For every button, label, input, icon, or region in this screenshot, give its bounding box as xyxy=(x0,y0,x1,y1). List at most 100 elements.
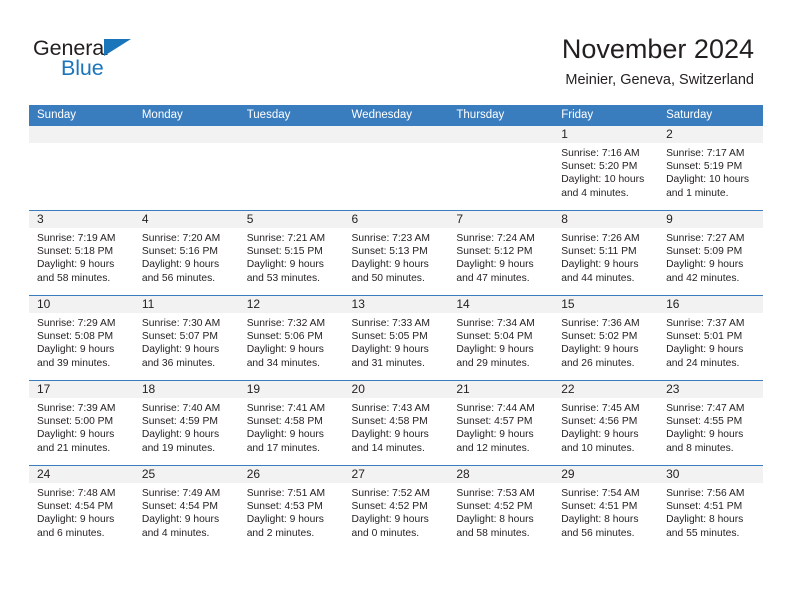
day-details: Sunrise: 7:37 AM Sunset: 5:01 PM Daylight:… xyxy=(658,313,763,370)
daylight-text-line1: Daylight: 9 hours xyxy=(246,344,324,356)
calendar-day-cell[interactable]: 2 Sunrise: 7:17 AM Sunset: 5:19 PM Daylight… xyxy=(658,126,763,211)
daylight-text-line1: Daylight: 9 hours xyxy=(37,514,115,526)
calendar-day-cell[interactable]: 26 Sunrise: 7:51 AM Sunset: 4:53 PM Dayligh… xyxy=(238,465,344,550)
day-details: Sunrise: 7:17 AM Sunset: 5:19 PM Daylight:… xyxy=(658,143,763,200)
day-number: 15 xyxy=(553,296,659,313)
day-details: Sunrise: 7:52 AM Sunset: 4:52 PM Daylight:… xyxy=(344,483,449,540)
sunrise-text: Sunrise: 7:20 AM xyxy=(141,233,221,244)
calendar-day-cell-empty xyxy=(133,126,239,211)
calendar-day-cell[interactable]: 16 Sunrise: 7:37 AM Sunset: 5:01 PM Dayligh… xyxy=(658,295,763,381)
day-number: 5 xyxy=(238,211,344,228)
daylight-text-line2: and 58 minutes. xyxy=(37,272,111,284)
calendar-week-row: 17 Sunrise: 7:39 AM Sunset: 5:00 PM Dayligh… xyxy=(29,380,763,466)
sunrise-text: Sunrise: 7:16 AM xyxy=(561,148,640,159)
calendar-day-cell[interactable]: 19 Sunrise: 7:41 AM Sunset: 4:58 PM Dayligh… xyxy=(238,380,344,466)
sunrise-text: Sunrise: 7:54 AM xyxy=(561,488,640,499)
day-details: Sunrise: 7:47 AM Sunset: 4:55 PM Daylight:… xyxy=(658,398,763,455)
calendar-day-cell[interactable]: 11 Sunrise: 7:30 AM Sunset: 5:07 PM Dayligh… xyxy=(133,295,239,381)
calendar-day-cell[interactable]: 17 Sunrise: 7:39 AM Sunset: 5:00 PM Dayligh… xyxy=(29,380,134,466)
day-number: 30 xyxy=(658,466,763,483)
calendar-day-cell[interactable]: 20 Sunrise: 7:43 AM Sunset: 4:58 PM Dayligh… xyxy=(343,380,449,466)
calendar-day-cell[interactable]: 1 Sunrise: 7:16 AM Sunset: 5:20 PM Daylight… xyxy=(553,126,659,211)
calendar-day-cell[interactable]: 27 Sunrise: 7:52 AM Sunset: 4:52 PM Dayligh… xyxy=(343,465,449,550)
calendar-day-cell[interactable]: 12 Sunrise: 7:32 AM Sunset: 5:06 PM Dayligh… xyxy=(238,295,344,381)
calendar-day-cell[interactable]: 25 Sunrise: 7:49 AM Sunset: 4:54 PM Dayligh… xyxy=(133,465,239,550)
daylight-text-line1: Daylight: 9 hours xyxy=(246,429,324,441)
sunrise-text: Sunrise: 7:45 AM xyxy=(561,403,640,414)
calendar-day-cell[interactable]: 6 Sunrise: 7:23 AM Sunset: 5:13 PM Daylight… xyxy=(343,210,449,296)
daylight-text-line1: Daylight: 8 hours xyxy=(666,514,744,526)
weekday-header-tuesday: Tuesday xyxy=(238,105,344,126)
sunrise-text: Sunrise: 7:43 AM xyxy=(351,403,430,414)
calendar-day-cell[interactable]: 24 Sunrise: 7:48 AM Sunset: 4:54 PM Dayligh… xyxy=(29,465,134,550)
daylight-text-line2: and 56 minutes. xyxy=(561,527,635,539)
daylight-text-line1: Daylight: 9 hours xyxy=(141,344,220,356)
weekday-header-wednesday: Wednesday xyxy=(343,105,449,126)
calendar-day-cell[interactable]: 4 Sunrise: 7:20 AM Sunset: 5:16 PM Daylight… xyxy=(133,210,239,296)
daylight-text-line2: and 26 minutes. xyxy=(561,357,635,369)
calendar-day-cell[interactable]: 8 Sunrise: 7:26 AM Sunset: 5:11 PM Daylight… xyxy=(553,210,659,296)
daylight-text-line2: and 53 minutes. xyxy=(246,272,320,284)
day-number: 12 xyxy=(238,296,344,313)
day-number: 9 xyxy=(658,211,763,228)
calendar-day-cell[interactable]: 28 Sunrise: 7:53 AM Sunset: 4:52 PM Dayligh… xyxy=(448,465,554,550)
calendar-day-cell-empty xyxy=(448,126,554,211)
daylight-text-line2: and 6 minutes. xyxy=(37,527,105,539)
calendar-day-cell[interactable]: 22 Sunrise: 7:45 AM Sunset: 4:56 PM Dayligh… xyxy=(553,380,659,466)
calendar-day-cell[interactable]: 14 Sunrise: 7:34 AM Sunset: 5:04 PM Dayligh… xyxy=(448,295,554,381)
daylight-text-line2: and 31 minutes. xyxy=(351,357,425,369)
daylight-text-line2: and 29 minutes. xyxy=(456,357,530,369)
weekday-header-thursday: Thursday xyxy=(448,105,554,126)
calendar-day-cell[interactable]: 15 Sunrise: 7:36 AM Sunset: 5:02 PM Dayligh… xyxy=(553,295,659,381)
calendar-day-cell[interactable]: 10 Sunrise: 7:29 AM Sunset: 5:08 PM Dayligh… xyxy=(29,295,134,381)
day-details: Sunrise: 7:53 AM Sunset: 4:52 PM Daylight:… xyxy=(448,483,553,540)
sunset-text: Sunset: 4:54 PM xyxy=(141,501,218,513)
sunrise-text: Sunrise: 7:53 AM xyxy=(456,488,535,499)
calendar-day-cell[interactable]: 3 Sunrise: 7:19 AM Sunset: 5:18 PM Daylight… xyxy=(29,210,134,296)
sunrise-text: Sunrise: 7:23 AM xyxy=(351,233,430,244)
calendar-week-row: 10 Sunrise: 7:29 AM Sunset: 5:08 PM Dayligh… xyxy=(29,295,763,381)
calendar-day-cell[interactable]: 29 Sunrise: 7:54 AM Sunset: 4:51 PM Dayligh… xyxy=(553,465,659,550)
calendar-day-cell[interactable]: 5 Sunrise: 7:21 AM Sunset: 5:15 PM Daylight… xyxy=(238,210,344,296)
day-number: 16 xyxy=(658,296,763,313)
sunrise-text: Sunrise: 7:41 AM xyxy=(246,403,326,414)
page-title: November 2024 xyxy=(561,34,754,64)
day-number: 25 xyxy=(133,466,239,483)
sunrise-text: Sunrise: 7:44 AM xyxy=(456,403,535,414)
day-number xyxy=(133,126,239,143)
daylight-text-line1: Daylight: 9 hours xyxy=(351,429,429,441)
page-header: General Blue November 2024 Meinier, Gene… xyxy=(0,0,792,104)
daylight-text-line1: Daylight: 9 hours xyxy=(37,429,115,441)
daylight-text-line1: Daylight: 9 hours xyxy=(456,344,534,356)
sunset-text: Sunset: 5:18 PM xyxy=(37,246,114,258)
calendar-day-cell[interactable]: 9 Sunrise: 7:27 AM Sunset: 5:09 PM Daylight… xyxy=(658,210,763,296)
daylight-text-line2: and 4 minutes. xyxy=(141,527,210,539)
day-details: Sunrise: 7:34 AM Sunset: 5:04 PM Daylight:… xyxy=(448,313,553,370)
daylight-text-line2: and 12 minutes. xyxy=(456,442,530,454)
calendar-day-cell[interactable]: 30 Sunrise: 7:56 AM Sunset: 4:51 PM Dayligh… xyxy=(658,465,763,550)
daylight-text-line2: and 42 minutes. xyxy=(666,272,740,284)
calendar-day-cell[interactable]: 18 Sunrise: 7:40 AM Sunset: 4:59 PM Dayligh… xyxy=(133,380,239,466)
sunrise-text: Sunrise: 7:52 AM xyxy=(351,488,430,499)
calendar-day-cell[interactable]: 13 Sunrise: 7:33 AM Sunset: 5:05 PM Dayligh… xyxy=(343,295,449,381)
calendar-body: 1 Sunrise: 7:16 AM Sunset: 5:20 PM Daylight… xyxy=(29,126,763,550)
day-details: Sunrise: 7:48 AM Sunset: 4:54 PM Daylight:… xyxy=(29,483,134,540)
weekday-header-monday: Monday xyxy=(133,105,239,126)
day-number: 3 xyxy=(29,211,134,228)
day-number xyxy=(238,126,344,143)
daylight-text-line1: Daylight: 9 hours xyxy=(351,344,429,356)
day-details: Sunrise: 7:27 AM Sunset: 5:09 PM Daylight:… xyxy=(658,228,763,285)
calendar-day-cell[interactable]: 21 Sunrise: 7:44 AM Sunset: 4:57 PM Dayligh… xyxy=(448,380,554,466)
day-number: 13 xyxy=(343,296,449,313)
calendar-table: Sunday Monday Tuesday Wednesday Thursday… xyxy=(29,105,763,550)
calendar-day-cell[interactable]: 23 Sunrise: 7:47 AM Sunset: 4:55 PM Dayligh… xyxy=(658,380,763,466)
sunrise-text: Sunrise: 7:32 AM xyxy=(246,318,326,329)
sunset-text: Sunset: 5:04 PM xyxy=(456,331,533,343)
daylight-text-line2: and 39 minutes. xyxy=(37,357,111,369)
sunrise-text: Sunrise: 7:56 AM xyxy=(666,488,745,499)
day-details: Sunrise: 7:23 AM Sunset: 5:13 PM Daylight:… xyxy=(344,228,449,285)
day-number: 22 xyxy=(553,381,659,398)
calendar-day-cell[interactable]: 7 Sunrise: 7:24 AM Sunset: 5:12 PM Daylight… xyxy=(448,210,554,296)
sunset-text: Sunset: 5:12 PM xyxy=(456,246,533,258)
sunset-text: Sunset: 5:06 PM xyxy=(246,331,323,343)
